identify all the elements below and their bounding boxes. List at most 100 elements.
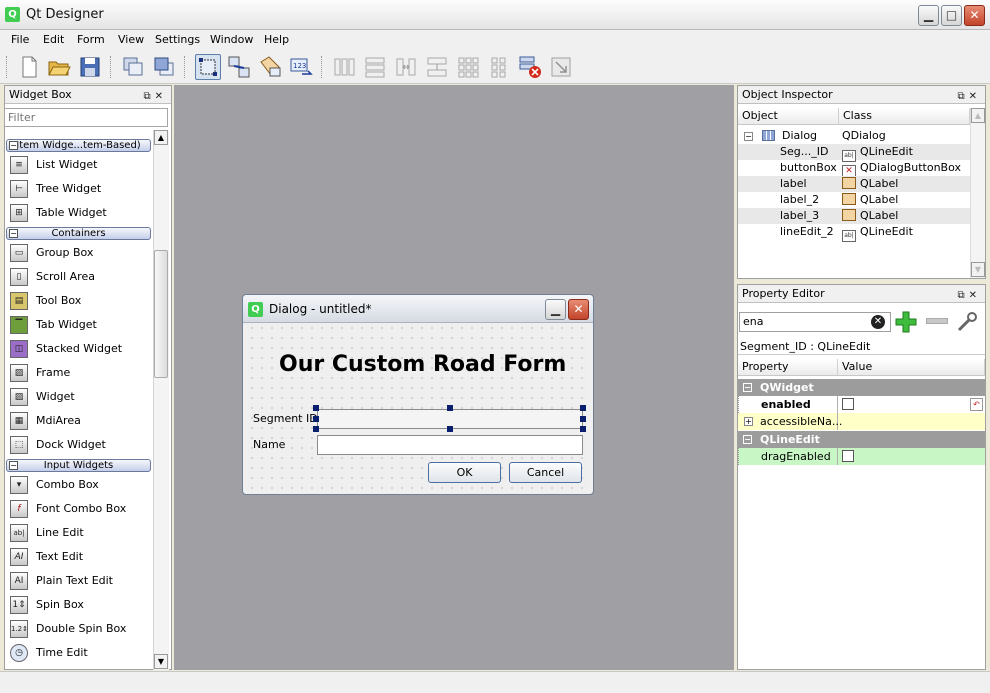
scroll-up-icon[interactable]: ▲ xyxy=(154,130,168,145)
selection-handle[interactable] xyxy=(580,416,586,422)
collapse-icon[interactable]: − xyxy=(744,132,753,141)
dock-float-close-icons[interactable]: ⧉✕ xyxy=(143,88,167,105)
collapse-icon[interactable]: − xyxy=(743,383,752,392)
edit-signals-slots-icon[interactable] xyxy=(226,54,252,80)
clear-filter-icon[interactable]: ✕ xyxy=(871,315,885,329)
dock-float-close-icons[interactable]: ⧉✕ xyxy=(957,88,981,105)
widget-list-widget[interactable]: ≡ List Widget xyxy=(10,154,152,176)
column-header-class[interactable]: Class xyxy=(839,108,970,125)
scrollbar-thumb[interactable] xyxy=(154,250,168,378)
widget-box-scrollbar[interactable]: ▲ ▼ xyxy=(153,130,169,670)
category-item-widgets[interactable]: − Item Widge...tem-Based) xyxy=(6,139,151,152)
widget-stacked-widget[interactable]: ◫ Stacked Widget xyxy=(10,338,152,360)
open-form-icon[interactable] xyxy=(46,54,72,80)
category-containers[interactable]: − Containers xyxy=(6,227,151,240)
menu-help[interactable]: Help xyxy=(264,33,289,46)
maximize-button[interactable]: □ xyxy=(941,5,962,26)
ok-button[interactable]: OK xyxy=(428,462,501,483)
widget-group-box[interactable]: ▭ Group Box xyxy=(10,242,152,264)
close-button[interactable]: ✕ xyxy=(964,5,985,26)
widget-dock-widget[interactable]: ⬚ Dock Widget xyxy=(10,434,152,456)
cancel-button[interactable]: Cancel xyxy=(509,462,582,483)
widget-plain-text-edit[interactable]: AI Plain Text Edit xyxy=(10,570,152,592)
widget-tool-box[interactable]: ▤ Tool Box xyxy=(10,290,152,312)
form-heading[interactable]: Our Custom Road Form xyxy=(279,352,566,377)
add-dynamic-property-icon[interactable] xyxy=(895,311,917,333)
reset-property-icon[interactable]: ↶ xyxy=(970,398,983,411)
selection-handle[interactable] xyxy=(580,405,586,411)
dialog-title-bar[interactable]: Q Dialog - untitled* ▁ ✕ xyxy=(243,295,593,323)
object-inspector-scrollbar[interactable]: ▲ ▼ xyxy=(970,108,985,278)
dialog-form-window[interactable]: Q Dialog - untitled* ▁ ✕ Our Custom Road… xyxy=(242,294,594,495)
dock-float-close-icons[interactable]: ⧉✕ xyxy=(957,287,981,304)
tree-row-lineedit-2[interactable]: lineEdit_2 ab| QLineEdit xyxy=(738,224,970,242)
layout-form-icon[interactable] xyxy=(486,54,512,80)
enabled-checkbox[interactable] xyxy=(842,398,854,410)
widget-frame[interactable]: ▨ Frame xyxy=(10,362,152,384)
widget-combo-box[interactable]: ▾ Combo Box xyxy=(10,474,152,496)
menu-edit[interactable]: Edit xyxy=(43,33,64,46)
property-group-qwidget[interactable]: − QWidget xyxy=(738,379,985,396)
widget-scroll-area[interactable]: ▯ Scroll Area xyxy=(10,266,152,288)
save-form-icon[interactable] xyxy=(77,54,103,80)
widget-widget[interactable]: ▨ Widget xyxy=(10,386,152,408)
column-header-object[interactable]: Object xyxy=(738,108,839,125)
segment-id-label[interactable]: Segment ID xyxy=(253,412,318,425)
widget-table-widget[interactable]: ⊞ Table Widget xyxy=(10,202,152,224)
scroll-down-icon[interactable]: ▼ xyxy=(971,262,985,277)
layout-horizontal-icon[interactable] xyxy=(331,54,357,80)
layout-splitter-vertical-icon[interactable] xyxy=(424,54,450,80)
selection-handle[interactable] xyxy=(580,426,586,432)
selection-handle[interactable] xyxy=(447,405,453,411)
widget-mdi-area[interactable]: ▦ MdiArea xyxy=(10,410,152,432)
remove-property-icon[interactable] xyxy=(926,318,948,324)
widget-filter-input[interactable] xyxy=(4,108,168,127)
minimize-button[interactable]: ▁ xyxy=(918,5,939,26)
menu-file[interactable]: File xyxy=(11,33,29,46)
tree-row-buttonbox[interactable]: buttonBox ✕ QDialogButtonBox xyxy=(738,160,970,177)
widget-tab-widget[interactable]: ▔ Tab Widget xyxy=(10,314,152,336)
column-header-property[interactable]: Property xyxy=(738,359,838,376)
menu-settings[interactable]: Settings xyxy=(155,33,200,46)
widget-time-edit[interactable]: ◷ Time Edit xyxy=(10,642,152,664)
selection-handle[interactable] xyxy=(313,426,319,432)
widget-spin-box[interactable]: 1⇕ Spin Box xyxy=(10,594,152,616)
break-layout-icon[interactable] xyxy=(517,54,543,80)
send-to-back-icon[interactable] xyxy=(120,54,146,80)
property-row-accessible-name[interactable]: + accessibleNa... xyxy=(738,413,985,430)
menu-form[interactable]: Form xyxy=(77,33,105,46)
scroll-up-icon[interactable]: ▲ xyxy=(971,108,985,123)
layout-vertical-icon[interactable] xyxy=(362,54,388,80)
widget-double-spin-box[interactable]: 1.2⇕ Double Spin Box xyxy=(10,618,152,640)
property-filter-input[interactable]: ena xyxy=(739,312,891,332)
name-line-edit[interactable] xyxy=(317,435,583,455)
edit-tab-order-icon[interactable]: 123 xyxy=(288,54,314,80)
widget-tree-widget[interactable]: ⊢ Tree Widget xyxy=(10,178,152,200)
property-row-enabled[interactable]: enabled ↶ xyxy=(738,396,985,413)
dialog-close-button[interactable]: ✕ xyxy=(568,299,589,320)
layout-splitter-horizontal-icon[interactable] xyxy=(393,54,419,80)
selection-handle[interactable] xyxy=(313,416,319,422)
edit-widgets-icon[interactable] xyxy=(195,54,221,80)
edit-buddies-icon[interactable] xyxy=(257,54,283,80)
column-header-value[interactable]: Value xyxy=(838,359,985,376)
property-group-qlineedit[interactable]: − QLineEdit xyxy=(738,431,985,448)
tree-row-segment-id[interactable]: Seg..._ID ab| QLineEdit xyxy=(738,144,970,162)
configure-wrench-icon[interactable] xyxy=(956,311,980,333)
scroll-down-icon[interactable]: ▼ xyxy=(154,654,168,669)
tree-row-label[interactable]: label QLabel xyxy=(738,176,970,192)
category-input-widgets[interactable]: − Input Widgets xyxy=(6,459,151,472)
selection-handle[interactable] xyxy=(447,426,453,432)
name-label[interactable]: Name xyxy=(253,438,285,451)
drag-enabled-checkbox[interactable] xyxy=(842,450,854,462)
selection-handle[interactable] xyxy=(313,405,319,411)
widget-font-combo-box[interactable]: f Font Combo Box xyxy=(10,498,152,520)
bring-to-front-icon[interactable] xyxy=(151,54,177,80)
dialog-minimize-button[interactable]: ▁ xyxy=(545,299,566,320)
menu-view[interactable]: View xyxy=(118,33,144,46)
dialog-canvas[interactable]: Our Custom Road Form Segment ID Name OK … xyxy=(247,323,589,490)
collapse-icon[interactable]: − xyxy=(743,435,752,444)
widget-line-edit[interactable]: ab| Line Edit xyxy=(10,522,152,544)
menu-window[interactable]: Window xyxy=(210,33,253,46)
property-row-drag-enabled[interactable]: dragEnabled xyxy=(738,448,985,465)
